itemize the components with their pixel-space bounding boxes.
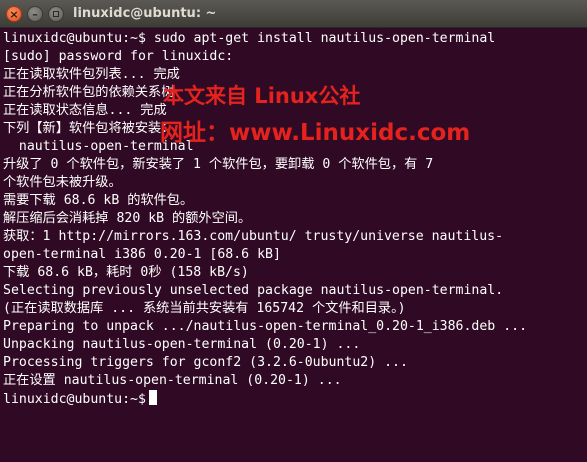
terminal-line: 升级了 0 个软件包，新安装了 1 个软件包，要卸载 0 个软件包，有 7 — [3, 157, 434, 172]
terminal-window: × – linuxidc@ubuntu: ~ linuxidc@ubuntu:~… — [0, 0, 587, 462]
cursor-block — [148, 390, 157, 405]
terminal-line: 个软件包未被升级。 — [3, 175, 122, 190]
terminal-line: 下载 68.6 kB，耗时 0秒 (158 kB/s) — [3, 265, 249, 280]
terminal-line: Unpacking nautilus-open-terminal (0.20-1… — [3, 337, 361, 352]
watermark-source: 本文来自 Linux公社 — [163, 84, 361, 108]
terminal-line: 解压缩后会消耗掉 820 kB 的额外空间。 — [3, 211, 252, 226]
maximize-button[interactable] — [48, 6, 64, 22]
minimize-icon: – — [32, 7, 38, 21]
terminal-line: Selecting previously unselected package … — [3, 283, 504, 298]
terminal-line: (正在读取数据库 ... 系统当前共安装有 165742 个文件和目录。) — [3, 301, 406, 316]
title-bar[interactable]: × – linuxidc@ubuntu: ~ — [0, 0, 587, 28]
terminal-line: Processing triggers for gconf2 (3.2.6-0u… — [3, 355, 408, 370]
terminal-line: 正在设置 nautilus-open-terminal (0.20-1) ... — [3, 373, 342, 388]
close-button[interactable]: × — [6, 6, 22, 22]
terminal-line: open-terminal i386 0.20-1 [68.6 kB] — [3, 247, 281, 262]
window-title: linuxidc@ubuntu: ~ — [73, 6, 217, 21]
terminal-line: 需要下载 68.6 kB 的软件包。 — [3, 193, 194, 208]
close-icon: × — [9, 7, 19, 21]
terminal-prompt-line[interactable]: linuxidc@ubuntu:~$ — [3, 390, 587, 408]
prompt-text: linuxidc@ubuntu:~$ — [3, 392, 146, 407]
maximize-icon — [53, 11, 59, 17]
terminal-line: 获取：1 http://mirrors.163.com/ubuntu/ trus… — [3, 229, 504, 244]
terminal-line: [sudo] password for linuxidc: — [3, 49, 234, 64]
terminal-line: linuxidc@ubuntu:~$ sudo apt-get install … — [3, 31, 496, 46]
watermark-url: 网址：www.Linuxidc.com — [160, 120, 471, 146]
terminal-line: Preparing to unpack .../nautilus-open-te… — [3, 319, 528, 334]
minimize-button[interactable]: – — [27, 6, 43, 22]
